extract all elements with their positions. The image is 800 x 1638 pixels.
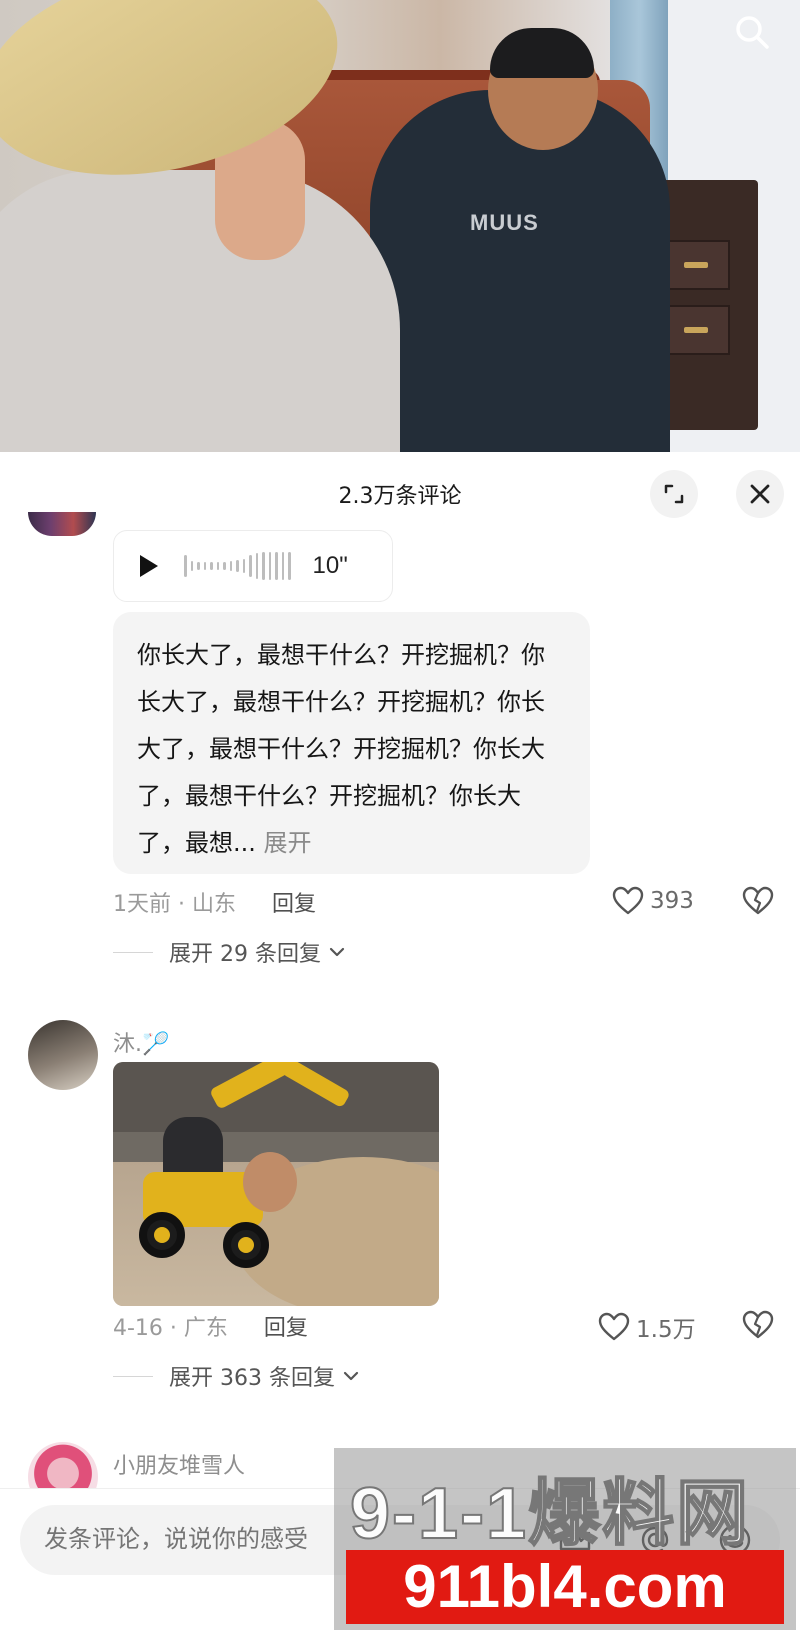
like-button[interactable]: 393 <box>612 886 694 916</box>
comment-username[interactable]: 沐.🏸 <box>113 1026 169 1058</box>
image-face <box>243 1152 297 1212</box>
close-icon <box>750 484 770 504</box>
reply-button[interactable]: 回复 <box>264 1310 308 1342</box>
comment-meta: 1天前 · 山东 回复 <box>113 886 316 918</box>
like-count: 1.5万 <box>636 1317 696 1343</box>
heart-icon <box>612 886 644 915</box>
chevron-down-icon <box>329 947 345 957</box>
expand-replies-button[interactable]: 展开 29 条回复 <box>113 936 347 968</box>
voice-duration: 10" <box>312 552 348 579</box>
divider <box>113 951 153 953</box>
image-wheel <box>223 1222 269 1268</box>
broken-heart-icon <box>742 886 774 915</box>
expand-icon <box>664 484 684 504</box>
broken-heart-icon <box>742 1310 774 1339</box>
voice-message[interactable]: 10" <box>113 530 393 602</box>
dislike-button[interactable] <box>742 886 774 920</box>
watermark-url: 911bl4.com <box>346 1550 784 1624</box>
comment-time-location: 4-16 · 广东 <box>113 1316 228 1341</box>
video-other-person <box>0 170 400 452</box>
expand-replies-label: 展开 363 条回复 <box>169 1366 335 1391</box>
like-button[interactable]: 1.5万 <box>598 1310 696 1344</box>
search-icon <box>736 16 769 49</box>
comment-time-location: 1天前 · 山东 <box>113 892 236 917</box>
image-wheel <box>139 1212 185 1258</box>
expand-replies-label: 展开 29 条回复 <box>169 942 321 967</box>
video-drawer <box>660 305 730 355</box>
expand-replies-button[interactable]: 展开 363 条回复 <box>113 1360 361 1392</box>
dislike-button[interactable] <box>742 1310 774 1344</box>
watermark: 9-1-1爆料网 911bl4.com <box>334 1448 796 1630</box>
like-count: 393 <box>650 888 694 914</box>
comment-text: 你长大了，最想干什么？开挖掘机？你长大了，最想干什么？开挖掘机？你长大了，最想干… <box>113 612 590 874</box>
expand-text-link[interactable]: 展开 <box>264 829 312 857</box>
divider <box>113 1375 153 1377</box>
play-icon[interactable] <box>140 555 158 577</box>
video-drawer <box>660 240 730 290</box>
avatar[interactable] <box>28 1020 98 1090</box>
video-player[interactable]: MUUS <box>0 0 800 452</box>
chevron-down-icon <box>343 1371 359 1381</box>
waveform-icon <box>184 551 291 581</box>
watermark-text: 9-1-1爆料网 <box>349 1473 751 1555</box>
comment-image[interactable] <box>113 1062 439 1306</box>
sheet-header: 2.3万条评论 <box>0 452 800 534</box>
video-shirt-logo: MUUS <box>470 210 539 235</box>
search-button[interactable] <box>728 8 776 56</box>
reply-button[interactable]: 回复 <box>272 886 316 918</box>
close-button[interactable] <box>736 470 784 518</box>
fullscreen-button[interactable] <box>650 470 698 518</box>
video-person-hair <box>490 28 594 78</box>
comment-username[interactable]: 小朋友堆雪人 <box>113 1448 245 1480</box>
comment-meta: 4-16 · 广东 回复 <box>113 1310 308 1342</box>
comment-body: 你长大了，最想干什么？开挖掘机？你长大了，最想干什么？开挖掘机？你长大了，最想干… <box>137 641 545 857</box>
heart-icon <box>598 1312 630 1341</box>
